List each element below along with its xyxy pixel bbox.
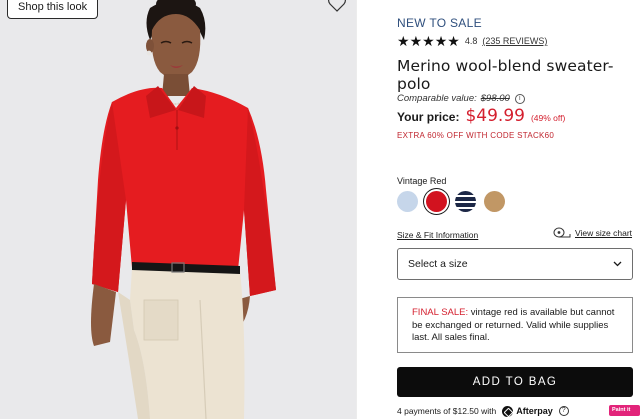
rating-row: ★ ★ ★ ★ ★ 4.8 (235 REVIEWS): [397, 33, 547, 49]
info-icon[interactable]: i: [514, 93, 525, 104]
final-sale-prefix: FINAL SALE:: [412, 307, 469, 318]
comparable-label: Comparable value:: [397, 93, 477, 104]
star-icon: ★: [422, 33, 435, 49]
star-icon: ★: [434, 33, 448, 49]
discount-percent: (49% off): [530, 113, 566, 123]
swatch-navy-stripe[interactable]: [455, 191, 476, 212]
sale-price: $49.99: [465, 106, 525, 126]
comparable-value: Comparable value: $98.00 i: [397, 93, 525, 104]
afterpay-text: 4 payments of $12.50 with: [397, 406, 497, 416]
size-chart-link[interactable]: View size chart: [553, 227, 632, 238]
chevron-down-icon: [613, 261, 622, 267]
panel-divider: [356, 0, 357, 419]
star-icon: ★: [447, 33, 460, 49]
sale-badge: NEW TO SALE: [397, 16, 482, 30]
question-icon[interactable]: ?: [558, 406, 569, 416]
shop-this-look-button[interactable]: Shop this look: [7, 0, 99, 19]
product-title: Merino wool-blend sweater-polo: [397, 57, 614, 93]
tape-measure-icon: [553, 227, 571, 238]
promo-text: EXTRA 60% OFF WITH CODE STACK60: [397, 131, 555, 140]
size-chart-label: View size chart: [575, 227, 633, 238]
product-photo[interactable]: Shop this look: [0, 0, 356, 419]
comparable-price: $98.00: [480, 93, 510, 104]
size-select-value: Select a size: [408, 258, 468, 270]
wishlist-heart-icon[interactable]: [328, 0, 346, 12]
final-sale-notice: FINAL SALE: vintage red is available but…: [397, 297, 633, 353]
paint-it-badge[interactable]: Paint it Up: [609, 405, 640, 419]
your-price-label: Your price:: [397, 110, 460, 124]
color-swatches: [397, 191, 505, 212]
rating-value: 4.8: [464, 36, 478, 46]
swatch-vintage-red[interactable]: [426, 191, 447, 212]
star-icon: ★: [409, 33, 423, 49]
model-figure: [91, 0, 276, 419]
swatch-camel[interactable]: [484, 191, 505, 212]
afterpay-row: 4 payments of $12.50 with Afterpay ?: [397, 404, 569, 418]
color-label: Vintage Red: [397, 176, 447, 186]
star-icon: ★: [397, 33, 410, 49]
afterpay-brand: Afterpay: [516, 406, 553, 416]
reviews-link[interactable]: (235 REVIEWS): [482, 36, 547, 46]
your-price-row: Your price: $49.99 (49% off): [397, 106, 565, 126]
size-fit-link[interactable]: Size & Fit Information: [397, 230, 478, 240]
add-to-bag-button[interactable]: ADD TO BAG: [397, 367, 633, 397]
star-rating: ★ ★ ★ ★ ★: [397, 33, 460, 49]
afterpay-logo-icon: [502, 405, 514, 417]
swatch-light-blue[interactable]: [397, 191, 418, 212]
size-select[interactable]: Select a size: [397, 248, 633, 280]
